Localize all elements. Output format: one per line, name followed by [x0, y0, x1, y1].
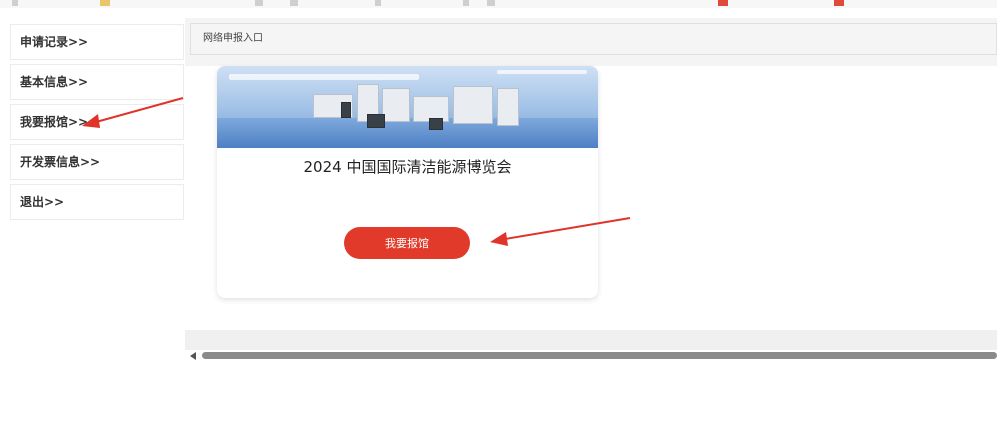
sidebar-item-label: 我要报馆>>: [20, 115, 89, 129]
horizontal-scrollbar-track: [185, 330, 997, 350]
scroll-left-arrow-icon[interactable]: [190, 352, 196, 360]
breadcrumb-label: 网络申报入口: [203, 33, 263, 44]
sidebar-item-invoice-info[interactable]: 开发票信息>>: [10, 144, 184, 180]
sidebar-item-logout[interactable]: 退出>>: [10, 184, 184, 220]
sidebar-item-label: 申请记录>>: [20, 35, 89, 49]
toolbar-mark: [12, 0, 18, 6]
breadcrumb: 网络申报入口: [190, 23, 997, 55]
equipment-graphic: [341, 102, 351, 118]
equipment-graphic: [429, 118, 443, 130]
toolbar-mark: [834, 0, 844, 6]
sidebar-item-apply-booth[interactable]: 我要报馆>>: [10, 104, 184, 140]
equipment-graphic: [453, 86, 493, 124]
toolbar-mark: [463, 0, 469, 6]
toolbar-mark: [100, 0, 110, 6]
toolbar-mark: [718, 0, 728, 6]
equipment-graphic: [497, 88, 519, 126]
apply-booth-button[interactable]: 我要报馆: [344, 227, 470, 259]
banner-text-graphic: [229, 74, 419, 80]
sidebar-item-label: 退出>>: [20, 195, 65, 209]
equipment-graphic: [367, 114, 385, 128]
expo-banner-image: [217, 66, 598, 148]
browser-toolbar-strip: [0, 0, 997, 8]
expo-title: 2024 中国国际清洁能源博览会: [303, 158, 512, 176]
sidebar-item-label: 基本信息>>: [20, 75, 89, 89]
sidebar-item-application-records[interactable]: 申请记录>>: [10, 24, 184, 60]
toolbar-mark: [487, 0, 495, 6]
sidebar: 申请记录>> 基本信息>> 我要报馆>> 开发票信息>> 退出>>: [8, 18, 185, 448]
sidebar-item-basic-info[interactable]: 基本信息>>: [10, 64, 184, 100]
banner-text-graphic: [497, 70, 587, 74]
toolbar-mark: [255, 0, 263, 6]
banner-sea-graphic: [217, 118, 598, 148]
toolbar-mark: [290, 0, 298, 6]
toolbar-mark: [375, 0, 381, 6]
sidebar-item-label: 开发票信息>>: [20, 155, 101, 169]
equipment-graphic: [382, 88, 410, 122]
horizontal-scrollbar-thumb[interactable]: [202, 352, 997, 359]
expo-card: 2024 中国国际清洁能源博览会 我要报馆: [217, 66, 598, 298]
